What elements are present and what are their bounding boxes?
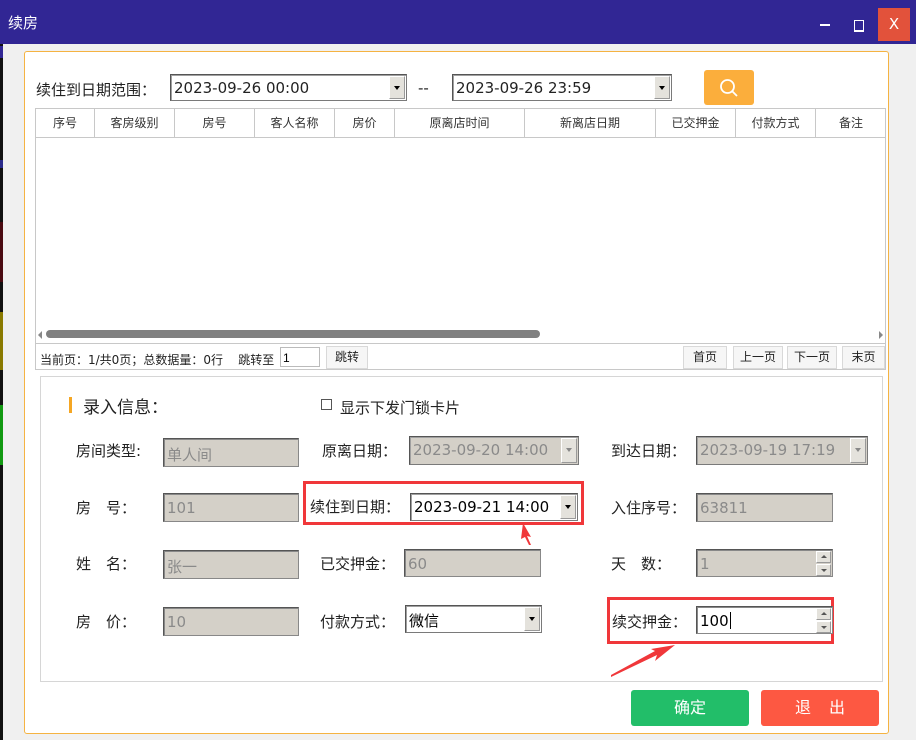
days-label: 天 数： <box>611 555 672 573</box>
name-field: 张一 <box>163 550 299 579</box>
column-header-deposit[interactable]: 已交押金 <box>656 109 736 137</box>
extra-deposit-spinner[interactable] <box>816 608 831 633</box>
name-label: 姓 名： <box>76 555 137 573</box>
section-accent-bar <box>69 397 72 413</box>
table-header: 序号 客房级别 房号 客人名称 房价 原离店时间 新离店日期 已交押金 付款方式… <box>36 109 885 138</box>
exit-button[interactable]: 退出 <box>761 690 879 726</box>
annotation-arrow-icon <box>521 523 531 545</box>
dropdown-arrow-icon <box>850 438 866 463</box>
range-start-value: 2023-09-26 00:00 <box>174 79 310 97</box>
range-end-combo[interactable]: 2023-09-26 23:59 <box>452 74 672 101</box>
pager-info: 当前页：1/共0页；总数据量：0行 跳转至 <box>40 353 275 367</box>
search-icon <box>720 79 738 97</box>
goto-button[interactable]: 跳转 <box>326 346 368 369</box>
price-label: 房 价： <box>76 613 137 631</box>
horizontal-scrollbar[interactable] <box>36 327 885 341</box>
minimize-button[interactable] <box>814 8 836 41</box>
spin-up-icon <box>816 551 831 563</box>
renewal-table: 序号 客房级别 房号 客人名称 房价 原离店时间 新离店日期 已交押金 付款方式… <box>35 108 886 370</box>
column-header-orig-leave[interactable]: 原离店时间 <box>395 109 525 137</box>
confirm-button[interactable]: 确定 <box>631 690 749 726</box>
orig-leave-combo: 2023-09-20 14:00 <box>409 436 579 465</box>
dropdown-arrow-icon[interactable] <box>524 607 540 631</box>
close-button[interactable]: X <box>878 8 910 41</box>
search-button[interactable] <box>704 70 754 105</box>
days-field: 1 <box>696 549 833 577</box>
show-card-label: 显示下发门锁卡片 <box>340 399 461 417</box>
column-header-remarks[interactable]: 备注 <box>816 109 886 137</box>
dropdown-arrow-icon <box>561 438 577 463</box>
date-range-label: 续住到日期范围： <box>36 81 157 99</box>
main-panel: 续住到日期范围： 2023-09-26 00:00 -- 2023-09-26 … <box>24 51 889 734</box>
orig-leave-label: 原离日期： <box>322 442 398 460</box>
scroll-left-icon[interactable] <box>38 331 42 339</box>
column-header-index[interactable]: 序号 <box>36 109 95 137</box>
room-no-label: 房 号： <box>76 499 137 517</box>
extra-deposit-label: 续交押金： <box>612 613 688 631</box>
next-page-button[interactable]: 下一页 <box>787 346 837 369</box>
payment-select[interactable]: 微信 <box>405 605 542 633</box>
paid-deposit-label: 已交押金： <box>320 555 396 573</box>
goto-page-input[interactable] <box>280 347 320 367</box>
extra-deposit-input[interactable]: 100 <box>696 606 833 634</box>
room-type-field: 单人间 <box>163 438 299 467</box>
price-field: 10 <box>163 607 299 636</box>
column-header-room-class[interactable]: 客房级别 <box>95 109 175 137</box>
column-header-price[interactable]: 房价 <box>335 109 395 137</box>
checkin-no-label: 入住序号： <box>611 499 687 517</box>
background-desktop-strip <box>0 0 3 740</box>
spin-down-icon[interactable] <box>816 621 831 633</box>
range-start-combo[interactable]: 2023-09-26 00:00 <box>170 74 407 101</box>
maximize-button[interactable] <box>846 8 870 41</box>
extend-to-value: 2023-09-21 14:00 <box>414 498 550 516</box>
extra-deposit-value: 100 <box>700 612 729 630</box>
entry-form: 录入信息： 显示下发门锁卡片 房间类型: 单人间 原离日期： 2023-09-2… <box>40 376 883 682</box>
payment-value: 微信 <box>409 612 440 630</box>
payment-label: 付款方式： <box>320 613 396 631</box>
goto-label: 跳转至 <box>238 353 275 367</box>
room-type-label: 房间类型: <box>76 442 142 460</box>
dropdown-arrow-icon[interactable] <box>560 495 576 519</box>
arrive-combo: 2023-09-19 17:19 <box>696 436 868 465</box>
title-bar: 续房 X <box>0 0 916 44</box>
prev-page-button[interactable]: 上一页 <box>733 346 783 369</box>
extend-to-label: 续住到日期： <box>310 498 401 516</box>
window-title: 续房 <box>8 14 39 32</box>
range-separator: -- <box>418 79 429 97</box>
column-header-payment[interactable]: 付款方式 <box>736 109 816 137</box>
spin-down-icon <box>816 564 831 576</box>
extend-to-combo[interactable]: 2023-09-21 14:00 <box>410 493 578 521</box>
scroll-right-icon[interactable] <box>879 331 883 339</box>
checkin-no-field: 63811 <box>696 493 833 522</box>
column-header-new-leave[interactable]: 新离店日期 <box>525 109 656 137</box>
show-card-checkbox[interactable] <box>321 399 332 410</box>
first-page-button[interactable]: 首页 <box>683 346 727 369</box>
dropdown-arrow-icon[interactable] <box>654 76 670 99</box>
column-header-guest-name[interactable]: 客人名称 <box>255 109 335 137</box>
range-end-value: 2023-09-26 23:59 <box>456 79 592 97</box>
text-caret <box>729 612 731 629</box>
last-page-button[interactable]: 末页 <box>842 346 885 369</box>
pager: 当前页：1/共0页；总数据量：0行 跳转至 跳转 首页 上一页 下一页 末页 <box>36 343 885 370</box>
section-title: 录入信息： <box>83 398 168 418</box>
dropdown-arrow-icon[interactable] <box>389 76 405 99</box>
scroll-thumb[interactable] <box>46 330 540 338</box>
paid-deposit-field: 60 <box>404 549 541 577</box>
days-spinner <box>816 551 831 576</box>
room-no-field: 101 <box>163 493 299 522</box>
column-header-room-no[interactable]: 房号 <box>175 109 255 137</box>
annotation-arrow-icon <box>611 645 675 677</box>
arrive-label: 到达日期： <box>611 442 687 460</box>
spin-up-icon[interactable] <box>816 608 831 620</box>
